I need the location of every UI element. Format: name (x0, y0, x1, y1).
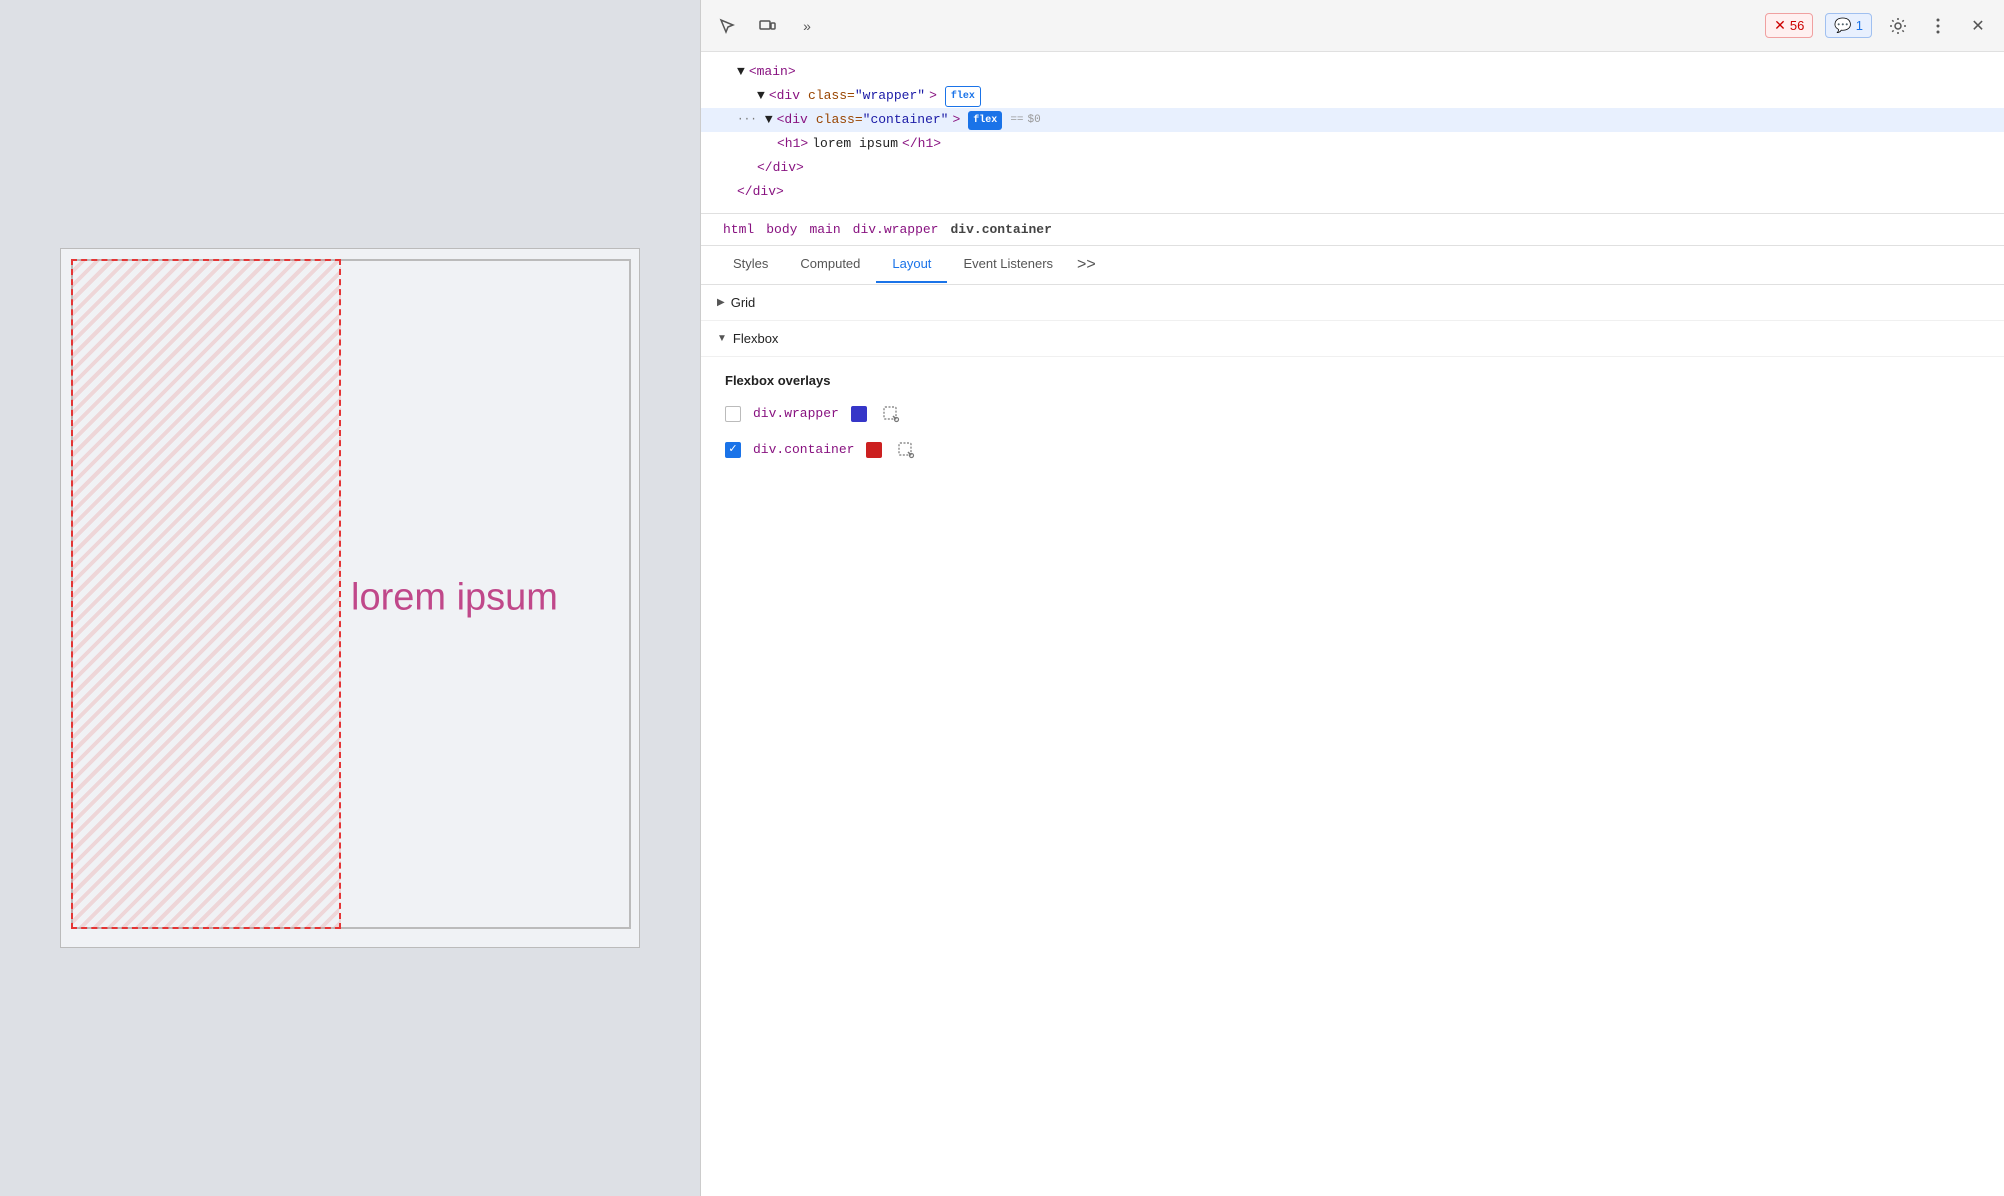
responsive-icon[interactable] (753, 12, 781, 40)
wrapper-highlight-icon[interactable] (879, 402, 903, 426)
dom-line-wrapper[interactable]: ▼ <div class="wrapper" > flex (701, 84, 2004, 108)
preview-panel: lorem ipsum (0, 0, 700, 1196)
info-badge[interactable]: 💬 1 (1825, 13, 1872, 38)
flexbox-arrow-icon (717, 333, 727, 344)
flexbox-section-container: Flexbox Flexbox overlays div.wrapper (701, 321, 2004, 490)
browser-frame: lorem ipsum (60, 248, 640, 948)
grid-section-header[interactable]: Grid (701, 285, 2004, 321)
container-overlay (71, 259, 341, 929)
devtools-panel: » ✕ 56 💬 1 ✕ (700, 0, 2004, 1196)
overlay-row-container: div.container (725, 438, 1980, 462)
breadcrumb-main[interactable]: main (803, 220, 846, 239)
breadcrumb-body[interactable]: body (760, 220, 803, 239)
tab-layout[interactable]: Layout (876, 246, 947, 283)
container-color-swatch[interactable] (866, 442, 882, 458)
tabs-bar: Styles Computed Layout Event Listeners >… (701, 246, 2004, 285)
wrapper-color-swatch[interactable] (851, 406, 867, 422)
grid-arrow-icon (717, 297, 725, 308)
dom-line-container[interactable]: ··· ▼ <div class="container" > flex == $… (701, 108, 2004, 132)
flexbox-overlays-title: Flexbox overlays (725, 373, 1980, 388)
breadcrumb-container[interactable]: div.container (944, 220, 1057, 239)
breadcrumb-html[interactable]: html (717, 220, 760, 239)
error-badge[interactable]: ✕ 56 (1765, 13, 1813, 38)
flexbox-section-title: Flexbox (733, 331, 779, 346)
breadcrumb-bar: html body main div.wrapper div.container (701, 214, 2004, 246)
tab-styles[interactable]: Styles (717, 246, 784, 283)
dom-line-close-div1[interactable]: </div> (701, 156, 2004, 180)
container-highlight-icon[interactable] (894, 438, 918, 462)
tab-event-listeners[interactable]: Event Listeners (947, 246, 1069, 283)
container-checkbox[interactable] (725, 442, 741, 458)
dom-line-close-div2[interactable]: </div> (701, 180, 2004, 204)
wrapper-label[interactable]: div.wrapper (753, 406, 839, 421)
dom-line-main[interactable]: ▼ <main> (701, 60, 2004, 84)
container-label[interactable]: div.container (753, 442, 854, 457)
more-tools-icon[interactable]: » (793, 12, 821, 40)
settings-icon[interactable] (1884, 12, 1912, 40)
flexbox-section-content: Flexbox overlays div.wrapper (701, 357, 2004, 490)
layout-content: Grid Flexbox Flexbox overlays div.wrappe… (701, 285, 2004, 1196)
devtools-toolbar: » ✕ 56 💬 1 ✕ (701, 0, 2004, 52)
grid-section-title: Grid (731, 295, 756, 310)
dom-tree: ▼ <main> ▼ <div class="wrapper" > flex ·… (701, 52, 2004, 214)
tab-computed[interactable]: Computed (784, 246, 876, 283)
overlay-row-wrapper: div.wrapper (725, 402, 1980, 426)
dom-line-h1[interactable]: <h1> lorem ipsum </h1> (701, 132, 2004, 156)
kebab-menu-icon[interactable] (1924, 12, 1952, 40)
wrapper-checkbox[interactable] (725, 406, 741, 422)
breadcrumb-wrapper[interactable]: div.wrapper (847, 220, 945, 239)
flexbox-section-header[interactable]: Flexbox (701, 321, 2004, 357)
close-icon[interactable]: ✕ (1964, 12, 1992, 40)
inspect-icon[interactable] (713, 12, 741, 40)
tab-more-icon[interactable]: >> (1069, 246, 1104, 284)
